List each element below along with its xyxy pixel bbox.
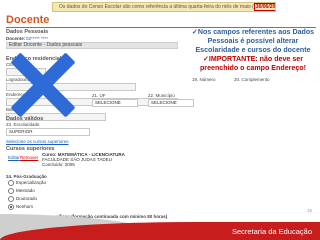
municipio-select[interactable]: SELECIONE xyxy=(148,99,194,107)
pos-option-label: Nenhum xyxy=(16,204,34,209)
pos-option-label: Especialização xyxy=(16,180,47,185)
pos-option-radio[interactable] xyxy=(8,204,14,210)
footer-text: Secretaria da Educação xyxy=(231,227,312,236)
instruction-callout: ✓Nos campos referentes aos Dados Pessoai… xyxy=(186,28,320,73)
select-courses-link[interactable]: Selecione os cursos superiores xyxy=(6,139,69,145)
notice-text: Os dados do Censo Escolar são como refer… xyxy=(59,4,254,10)
edit-docente-bar: Editar Docente - Dados pessoais xyxy=(6,42,178,49)
number-label: 19. Número xyxy=(192,77,216,82)
notice-date: 30/06/2012 xyxy=(253,3,275,11)
complement-label: 20. Complemento xyxy=(234,77,270,82)
edit-course-link[interactable]: Editar xyxy=(8,155,20,161)
pos-option-radio[interactable] xyxy=(8,196,14,202)
note-personal-data: ✓Nos campos referentes aos Dados Pessoai… xyxy=(191,28,315,54)
course-completed: Concluído: 2005 xyxy=(42,162,75,167)
page-title: Docente xyxy=(6,14,50,26)
pos-option-label: Mestrado xyxy=(16,188,35,193)
pos-option-radio[interactable] xyxy=(8,188,14,194)
pos-option-radio[interactable] xyxy=(8,180,14,186)
escolaridade-select[interactable]: SUPERIOR xyxy=(6,128,90,136)
page-number: 15 xyxy=(306,208,312,213)
census-notice: Os dados do Censo Escolar são como refer… xyxy=(52,2,276,12)
remove-course-link[interactable]: Remover xyxy=(20,155,38,161)
pos-option-label: Doutorado xyxy=(16,196,38,201)
top-bar: Os dados do Censo Escolar são como refer… xyxy=(0,0,320,14)
blue-x-mark-icon xyxy=(8,52,78,118)
note-important: ✓IMPORTANTE: não deve ser preenchido o c… xyxy=(199,55,307,72)
section-personal: Dados Pessoais xyxy=(6,29,49,35)
uf-select[interactable]: SELECIONE xyxy=(92,99,138,107)
